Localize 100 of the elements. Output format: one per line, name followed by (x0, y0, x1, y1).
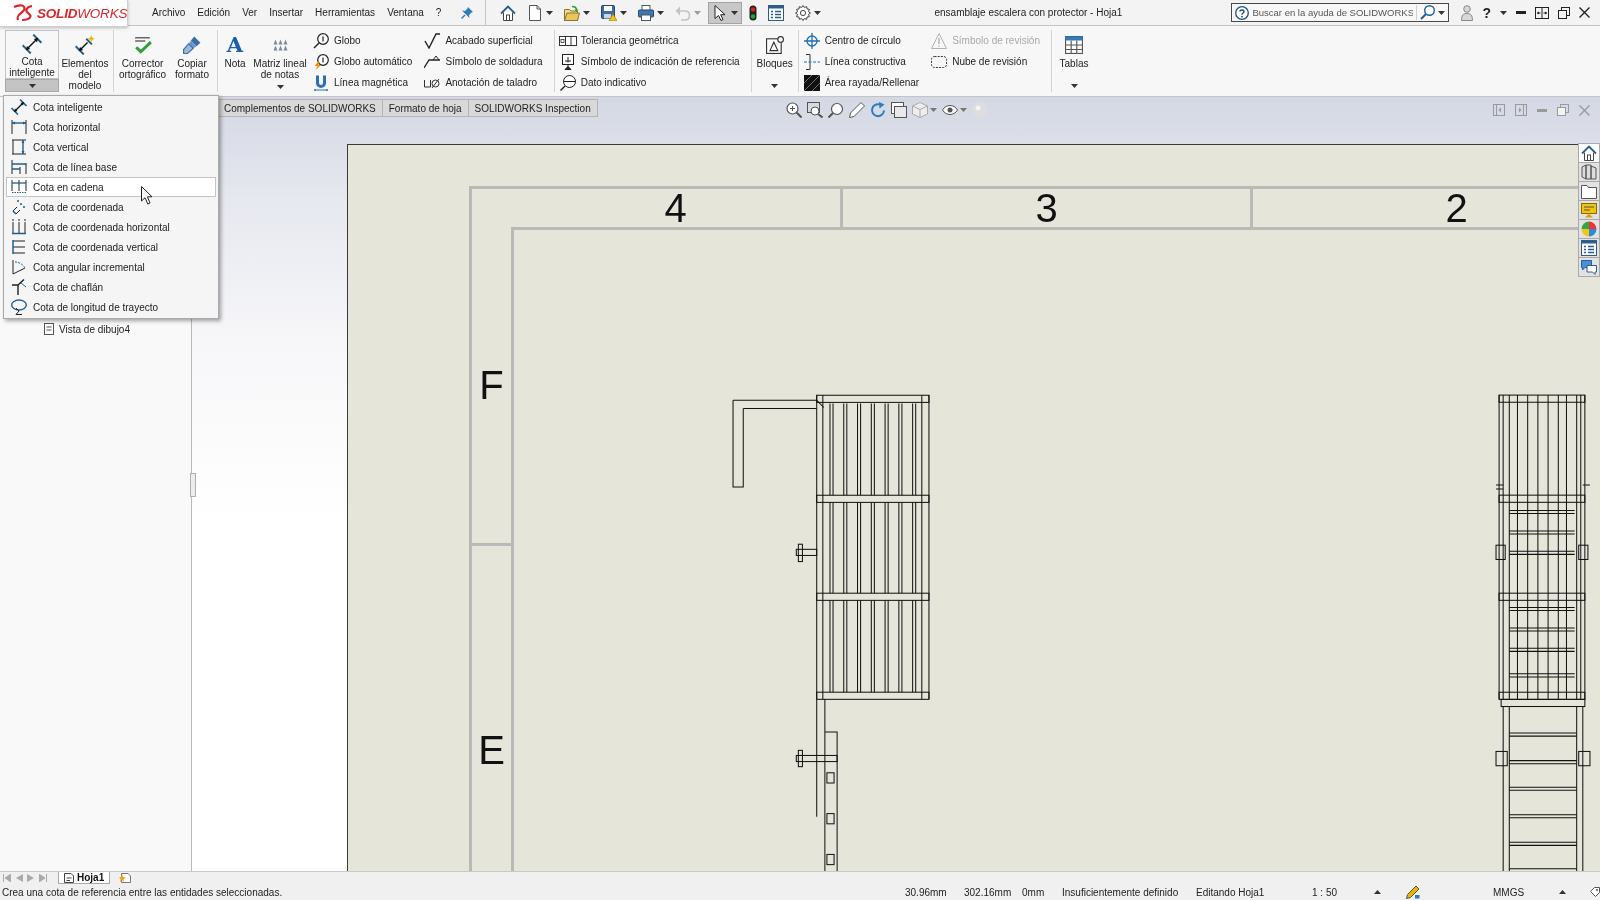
ribbon-tool-button[interactable]: Globo (310, 30, 415, 51)
ribbon-tool-button[interactable]: Dato indicativo (556, 72, 742, 93)
close-icon[interactable] (1579, 7, 1590, 18)
ribbon-tool-button[interactable]: Centro de círculo (800, 30, 922, 51)
settings-icon[interactable] (795, 4, 812, 21)
dimension-icon (22, 34, 42, 54)
ribbon-button[interactable]: Tablas (1054, 30, 1094, 70)
menu-item[interactable]: Edición (191, 1, 237, 24)
stacked-windows-icon[interactable] (891, 102, 907, 118)
tag-icon[interactable] (1590, 887, 1600, 897)
user-icon[interactable] (1461, 4, 1474, 21)
dock-icon[interactable] (1535, 6, 1549, 19)
menu-item[interactable]: Cota angular incremental (6, 257, 216, 277)
caret-up-icon[interactable] (1374, 890, 1381, 894)
rotate-icon[interactable] (870, 102, 886, 118)
tree-item[interactable]: Vista de dibujo4 (0, 321, 191, 337)
ribbon-tool-button[interactable]: Símbolo de indicación de referencia (556, 51, 742, 72)
menu-item[interactable]: Ver (236, 1, 264, 24)
ribbon-tool-button[interactable]: Acabado superficial (421, 30, 545, 51)
ribbon-button[interactable]: Copiar formato (169, 30, 215, 81)
task-pane-tab[interactable] (1578, 257, 1600, 277)
pin-icon[interactable] (461, 6, 474, 19)
table-icon (1065, 36, 1083, 54)
open-folder-icon[interactable] (564, 4, 581, 21)
folder-icon (1581, 183, 1597, 199)
ribbon-button[interactable]: Bloques (753, 30, 796, 70)
ribbon-tool-button[interactable]: Símbolo de soldadura (421, 51, 545, 72)
unit-system[interactable]: MMGS (1493, 886, 1559, 898)
magnifier-icon[interactable] (828, 102, 844, 118)
menu-item[interactable]: Insertar (263, 1, 310, 24)
menu-item[interactable]: Cota vertical (6, 137, 216, 157)
panel-splitter-handle[interactable] (190, 473, 196, 497)
menu-item[interactable]: Cota de chaflán (6, 277, 216, 297)
menu-item[interactable]: Cota en cadena (6, 177, 216, 197)
chat-bubbles-icon (1581, 259, 1597, 275)
list-icon (1581, 240, 1597, 256)
task-pane-tab[interactable] (1578, 143, 1600, 163)
ribbon-button[interactable]: Corrector ortográfico (116, 30, 169, 81)
ribbon-tool-button[interactable]: Tolerancia geométrica (556, 30, 742, 51)
caret-icon[interactable] (1500, 10, 1507, 15)
ribbon-button[interactable]: A Nota (220, 30, 250, 70)
menu-item[interactable]: Cota de longitud de trayecto (6, 297, 216, 317)
pencil-icon[interactable] (849, 102, 865, 118)
restore-icon[interactable] (1558, 6, 1570, 19)
menu-item[interactable]: Cota de línea base (6, 157, 216, 177)
magnifier-plus-icon[interactable] (786, 102, 802, 118)
command-tab[interactable]: Complementos de SOLIDWORKS (217, 99, 383, 117)
search-field[interactable]: Buscar en la ayuda de SOLIDWORKS (1231, 3, 1450, 22)
caret-icon (731, 10, 739, 15)
checkmark-icon (133, 36, 152, 54)
ribbon-tool-button[interactable]: Anotación de taladro (421, 72, 545, 93)
balloon-lightning-icon (313, 53, 329, 70)
new-document-icon[interactable] (527, 4, 544, 21)
angular-ordinate-icon (11, 259, 27, 275)
ribbon-button[interactable]: Cota inteligente (5, 30, 59, 79)
caret-icon[interactable] (1438, 10, 1446, 15)
balloon-icon (313, 32, 329, 49)
menu-item[interactable]: Cota de coordenada vertical (6, 237, 216, 257)
command-tab[interactable]: SOLIDWORKS Inspection (467, 99, 598, 117)
print-icon[interactable] (638, 4, 655, 21)
save-icon[interactable] (601, 4, 618, 21)
help-icon[interactable] (1235, 5, 1250, 20)
caret-icon (694, 10, 702, 15)
menu-item[interactable]: ? (429, 1, 448, 24)
ribbon-tool-button[interactable]: Línea constructiva (800, 51, 922, 72)
sheet-tab[interactable]: Hoja1 (58, 872, 111, 884)
tolerance-frame-icon (558, 35, 577, 46)
menu-item[interactable]: Archivo (146, 1, 192, 24)
menu-item[interactable]: Herramientas (309, 1, 382, 24)
ribbon-tool-button[interactable]: Nube de revisión (928, 51, 1042, 72)
command-tab[interactable]: Formato de hoja (381, 99, 469, 117)
menu-item[interactable]: Cota horizontal (6, 117, 216, 137)
ribbon-tool-button[interactable]: Línea magnética (310, 72, 415, 93)
pencil-icon[interactable] (1406, 885, 1420, 899)
select-button[interactable] (708, 1, 743, 24)
ribbon-tool-button[interactable]: Área rayada/Rellenar (800, 72, 922, 93)
menu-item[interactable]: Cota de coordenada horizontal (6, 217, 216, 237)
horizontal-ordinate-icon (11, 219, 27, 235)
help-question-mark[interactable]: ? (1482, 4, 1491, 21)
ribbon-button[interactable]: Elementos del modelo (59, 30, 111, 92)
search-icon[interactable] (1420, 5, 1436, 20)
magnet-icon (313, 74, 329, 91)
drawing-board-icon (1581, 202, 1597, 218)
ribbon-button[interactable]: Matriz lineal de notas (250, 30, 310, 81)
chamfer-dimension-icon (11, 279, 27, 295)
paintbrush-icon (183, 35, 201, 55)
traffic-light-icon[interactable] (749, 4, 758, 21)
eye-icon[interactable] (942, 102, 958, 118)
magnifier-frame-icon[interactable] (807, 102, 823, 118)
dropdown-arrow-button[interactable] (5, 79, 59, 92)
add-sheet-icon[interactable] (119, 873, 132, 883)
menu-item[interactable]: Ventana (381, 1, 430, 24)
task-pane-tab[interactable] (1578, 238, 1600, 258)
menu-item[interactable]: Cota de coordenada (6, 197, 216, 217)
caret-icon (1070, 83, 1078, 88)
caret-up-icon[interactable] (1559, 890, 1566, 894)
menu-item[interactable]: Cota inteligente (6, 97, 216, 117)
status-field: 0mm (1022, 886, 1062, 898)
task-pane-tab[interactable] (1578, 181, 1600, 201)
ribbon-tool-button[interactable]: Globo automático (310, 51, 415, 72)
